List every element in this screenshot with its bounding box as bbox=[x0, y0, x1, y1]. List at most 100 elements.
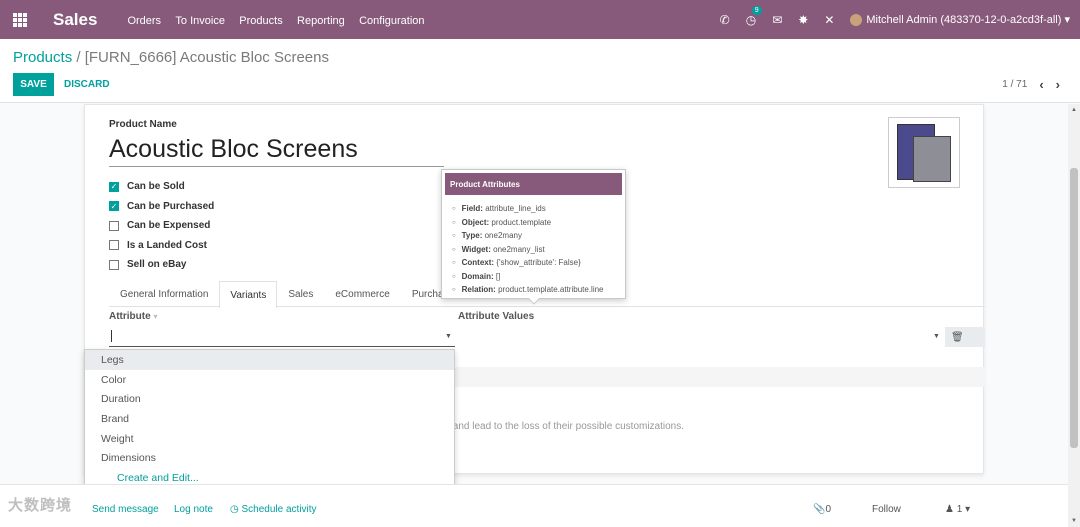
checkbox-label: Is a Landed Cost bbox=[127, 239, 208, 251]
attachments-count: 0 bbox=[825, 504, 832, 515]
tab-variants[interactable]: Variants bbox=[219, 281, 278, 308]
sort-caret-icon: ▾ bbox=[153, 312, 158, 321]
pager-value[interactable]: 1 / 71 bbox=[1002, 79, 1027, 90]
attribute-grid-header: Attribute ▾ Attribute Values bbox=[85, 308, 985, 328]
product-options: ✓ Can be Sold ✓ Can be Purchased Can be Ex… bbox=[109, 177, 214, 275]
checkbox-unchecked-icon[interactable] bbox=[109, 220, 119, 231]
column-attribute-values[interactable]: Attribute Values bbox=[458, 311, 534, 322]
checkbox-unchecked-icon[interactable] bbox=[109, 240, 119, 251]
followers-button[interactable]: ♟ 1 ▾ bbox=[945, 504, 970, 515]
user-name: Mitchell Admin (483370-12-0-a2cd3f-all) bbox=[866, 13, 1062, 26]
tooltip-details: Field: attribute_line_ids Object: produc… bbox=[442, 198, 625, 299]
breadcrumb-separator: / bbox=[76, 49, 81, 66]
discard-button[interactable]: DISCARD bbox=[64, 73, 110, 96]
menu-to-invoice[interactable]: To Invoice bbox=[175, 15, 225, 27]
apps-menu-icon[interactable] bbox=[0, 0, 40, 39]
followers-count: 1 bbox=[956, 504, 963, 515]
bug-icon[interactable]: ✸ bbox=[798, 13, 808, 27]
follow-button[interactable]: Follow bbox=[872, 504, 901, 515]
schedule-activity-button[interactable]: ◷ Schedule activity bbox=[230, 504, 317, 515]
trash-icon: 🗑 bbox=[951, 331, 964, 343]
field-debug-tooltip: Product Attributes Field: attribute_line… bbox=[441, 169, 626, 305]
attachments-button[interactable]: 📎0 bbox=[813, 504, 831, 515]
text-cursor bbox=[111, 330, 112, 342]
tab-general-information[interactable]: General Information bbox=[109, 281, 219, 307]
scroll-up-icon[interactable]: ▲ bbox=[1071, 107, 1077, 113]
scrollbar-thumb[interactable] bbox=[1070, 168, 1078, 448]
product-image[interactable] bbox=[888, 117, 960, 188]
tab-ecommerce[interactable]: eCommerce bbox=[324, 281, 400, 307]
checkbox-label: Can be Purchased bbox=[127, 200, 215, 212]
avatar bbox=[850, 14, 863, 27]
dropdown-option-duration[interactable]: Duration bbox=[85, 389, 454, 409]
top-navbar: Sales Orders To Invoice Products Reporti… bbox=[0, 0, 1080, 39]
checkbox-can-be-expensed[interactable]: Can be Expensed bbox=[109, 216, 214, 236]
checkbox-unchecked-icon[interactable] bbox=[109, 259, 119, 270]
user-icon: ♟ bbox=[945, 504, 954, 515]
page-scrollbar[interactable]: ▲ ▼ bbox=[1068, 104, 1080, 527]
chatter-bar: Send message Log note ◷ Schedule activit… bbox=[0, 484, 1068, 527]
product-name-input[interactable]: Acoustic Bloc Screens bbox=[109, 135, 444, 167]
dropdown-option-dimensions[interactable]: Dimensions bbox=[85, 448, 454, 468]
tooltip-row: Object: product.template bbox=[452, 218, 625, 232]
tab-sales[interactable]: Sales bbox=[277, 281, 324, 307]
scroll-down-icon[interactable]: ▼ bbox=[1071, 518, 1077, 524]
menu-orders[interactable]: Orders bbox=[127, 15, 161, 27]
control-panel: Products / [FURN_6666] Acoustic Bloc Scr… bbox=[0, 39, 1080, 103]
variants-warning-text: its and lead to the loss of their possib… bbox=[440, 421, 685, 432]
tooltip-row: Type: one2many bbox=[452, 231, 625, 245]
send-message-button[interactable]: Send message bbox=[92, 504, 159, 515]
save-button[interactable]: SAVE bbox=[13, 73, 54, 96]
checkbox-can-be-sold[interactable]: ✓ Can be Sold bbox=[109, 177, 214, 197]
tooltip-row: Widget: one2many_list bbox=[452, 245, 625, 259]
checkbox-checked-icon[interactable]: ✓ bbox=[109, 181, 119, 192]
pager-previous-icon[interactable]: ‹ bbox=[1039, 77, 1043, 92]
dropdown-option-color[interactable]: Color bbox=[85, 370, 454, 390]
delete-row-button[interactable]: 🗑 bbox=[945, 327, 985, 347]
dropdown-option-brand[interactable]: Brand bbox=[85, 409, 454, 429]
tooltip-row: Context: {'show_attribute': False} bbox=[452, 258, 625, 272]
tooltip-title: Product Attributes bbox=[445, 173, 622, 195]
paperclip-icon: 📎 bbox=[813, 504, 826, 515]
values-dropdown-caret-icon[interactable]: ▼ bbox=[933, 333, 940, 340]
clock-icon: ◷ bbox=[230, 504, 239, 515]
dropdown-option-legs[interactable]: Legs bbox=[85, 350, 454, 370]
watermark-logo: 大数跨境 bbox=[8, 497, 73, 514]
activity-icon[interactable]: ◷ 9 bbox=[746, 5, 762, 27]
log-note-button[interactable]: Log note bbox=[174, 504, 213, 515]
checkbox-checked-icon[interactable]: ✓ bbox=[109, 201, 119, 212]
attribute-input[interactable] bbox=[109, 327, 455, 347]
dropdown-option-weight[interactable]: Weight bbox=[85, 429, 454, 449]
main-menu: Orders To Invoice Products Reporting Con… bbox=[127, 13, 435, 27]
pager: 1 / 71 ‹ › bbox=[1002, 77, 1060, 92]
checkbox-can-be-purchased[interactable]: ✓ Can be Purchased bbox=[109, 197, 214, 217]
checkbox-label: Can be Sold bbox=[127, 181, 185, 193]
column-attribute[interactable]: Attribute ▾ bbox=[109, 311, 157, 322]
attribute-dropdown-caret-icon[interactable]: ▼ bbox=[445, 333, 452, 340]
column-attribute-label: Attribute bbox=[109, 311, 151, 322]
tooltip-row: Relation: product.template.attribute.lin… bbox=[452, 285, 625, 299]
checkbox-is-landed-cost[interactable]: Is a Landed Cost bbox=[109, 236, 214, 256]
checkbox-label: Sell on eBay bbox=[127, 259, 187, 271]
menu-reporting[interactable]: Reporting bbox=[297, 15, 345, 27]
messages-icon[interactable]: ✉ bbox=[772, 13, 782, 27]
pager-next-icon[interactable]: › bbox=[1056, 77, 1060, 92]
checkbox-label: Can be Expensed bbox=[127, 220, 211, 232]
breadcrumb: Products / [FURN_6666] Acoustic Bloc Scr… bbox=[13, 49, 329, 66]
menu-products[interactable]: Products bbox=[239, 15, 282, 27]
tooltip-row: Field: attribute_line_ids bbox=[452, 204, 625, 218]
checkbox-sell-on-ebay[interactable]: Sell on eBay bbox=[109, 255, 214, 275]
menu-configuration[interactable]: Configuration bbox=[359, 15, 424, 27]
attribute-editable-row: ▼ ▼ 🗑 bbox=[85, 327, 985, 349]
activity-count-badge: 9 bbox=[751, 5, 762, 15]
navbar-systray: ✆ ◷ 9 ✉ ✸ ✕ Mitchell Admin (483370-12-0-a… bbox=[720, 0, 1080, 39]
app-name[interactable]: Sales bbox=[53, 10, 97, 30]
phone-icon[interactable]: ✆ bbox=[720, 13, 730, 27]
tooltip-row: Domain: [] bbox=[452, 272, 625, 286]
product-name-label: Product Name bbox=[109, 119, 177, 130]
close-debug-icon[interactable]: ✕ bbox=[824, 13, 834, 27]
attribute-autocomplete-dropdown: Legs Color Duration Brand Weight Dimensi… bbox=[84, 349, 455, 492]
schedule-activity-label: Schedule activity bbox=[241, 504, 317, 515]
breadcrumb-products-link[interactable]: Products bbox=[13, 49, 72, 66]
user-menu[interactable]: Mitchell Admin (483370-12-0-a2cd3f-all) … bbox=[850, 13, 1070, 27]
